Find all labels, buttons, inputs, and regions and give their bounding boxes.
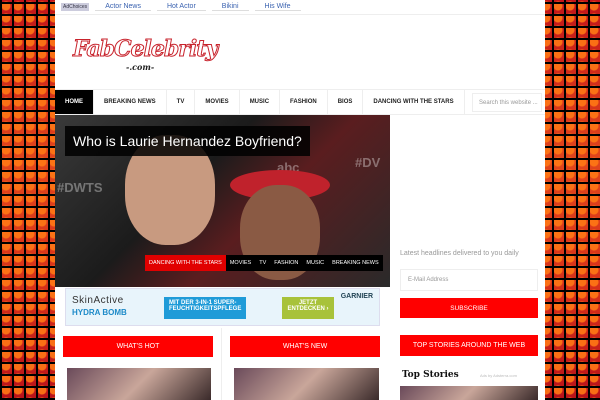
nav-music[interactable]: MUSIC <box>240 90 281 114</box>
nav-tv[interactable]: TV <box>167 90 196 114</box>
logo-sub: -.com- <box>126 62 155 72</box>
top-stories-header[interactable]: TOP STORIES AROUND THE WEB <box>400 335 538 356</box>
category-tag[interactable]: DANCING WITH THE STARS <box>145 255 226 271</box>
ad-product: HYDRA BOMB <box>72 308 127 317</box>
ad-advertiser: GARNIER <box>340 293 373 300</box>
ad-link[interactable]: Hot Actor <box>156 3 206 11</box>
ad-message: MIT DER 3-IN-1 SUPER- FEUCHTIGKEITSPFLEGE <box>164 297 246 319</box>
subscribe-button[interactable]: SUBSCRIBE <box>400 298 538 318</box>
ad-link-bar: AdChoices Actor News Hot Actor Bikini Hi… <box>55 0 545 15</box>
bg-tag: #DV <box>355 155 381 170</box>
nav-bios[interactable]: BIOS <box>328 90 364 114</box>
site-logo[interactable]: FabCelebrity -.com- <box>72 36 218 73</box>
adchoices-badge[interactable]: AdChoices <box>61 3 90 11</box>
top-story-image[interactable] <box>400 386 538 400</box>
search-input[interactable]: Search this website ... <box>472 93 542 112</box>
category-tag[interactable]: FASHION <box>270 255 302 271</box>
newsletter-tagline: Latest headlines delivered to you daily <box>400 250 519 257</box>
nav-fashion[interactable]: FASHION <box>280 90 328 114</box>
ad-banner[interactable]: SkinActive HYDRA BOMB MIT DER 3-IN-1 SUP… <box>65 288 380 326</box>
top-stories-title: Top Stories <box>402 370 459 380</box>
category-tag[interactable]: MUSIC <box>302 255 328 271</box>
bg-tag: #DWTS <box>57 180 103 195</box>
nav-movies[interactable]: MOVIES <box>195 90 240 114</box>
whats-hot-image[interactable] <box>67 368 211 400</box>
nav-home[interactable]: HOME <box>55 90 94 114</box>
nav-breaking-news[interactable]: BREAKING NEWS <box>94 90 167 114</box>
main-nav: HOME BREAKING NEWS TV MOVIES MUSIC FASHI… <box>55 89 545 115</box>
ads-by-label[interactable]: Ads by Adsterra.com <box>480 373 517 378</box>
ad-link[interactable]: Actor News <box>95 3 151 11</box>
whats-new-header[interactable]: WHAT'S NEW <box>230 336 380 357</box>
ad-link[interactable]: Bikini <box>211 3 249 11</box>
hero-title[interactable]: Who is Laurie Hernandez Boyfriend? <box>65 126 310 156</box>
category-tag[interactable]: BREAKING NEWS <box>328 255 382 271</box>
nav-dwts[interactable]: DANCING WITH THE STARS <box>363 90 465 114</box>
hero-categories: DANCING WITH THE STARS MOVIES TV FASHION… <box>145 255 383 271</box>
page-container: AdChoices Actor News Hot Actor Bikini Hi… <box>55 0 545 400</box>
divider <box>221 328 222 400</box>
whats-hot-header[interactable]: WHAT'S HOT <box>63 336 213 357</box>
ad-brand: SkinActive <box>72 295 124 306</box>
whats-new-image[interactable] <box>234 368 379 400</box>
category-tag[interactable]: MOVIES <box>226 255 255 271</box>
email-input[interactable]: E-Mail Address <box>400 269 538 291</box>
category-tag[interactable]: TV <box>255 255 270 271</box>
ad-cta-button[interactable]: JETZT ENTDECKEN › <box>282 297 334 319</box>
logo-text: FabCelebrity <box>72 36 218 63</box>
ad-link[interactable]: His Wife <box>254 3 301 11</box>
hero-feature[interactable]: #DWTS abc #DV Who is Laurie Hernandez Bo… <box>55 115 390 287</box>
